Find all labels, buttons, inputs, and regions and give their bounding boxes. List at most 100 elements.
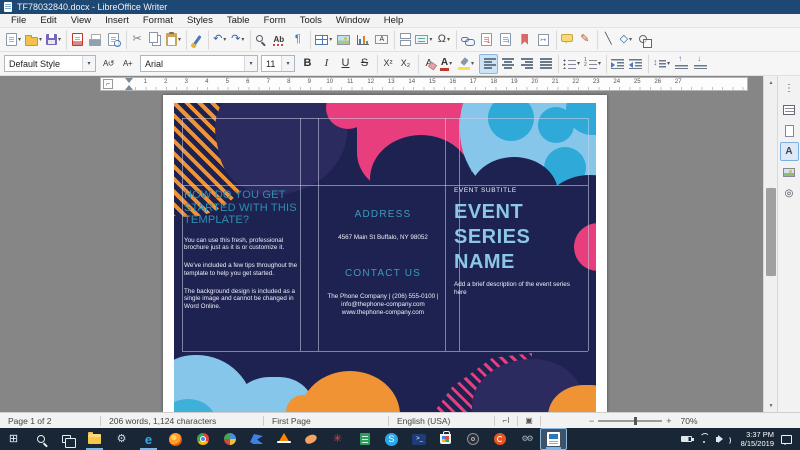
insert-footnote-button[interactable]: [477, 30, 496, 50]
print-preview-button[interactable]: [104, 30, 123, 50]
insert-mode-icon[interactable]: ⌐I: [495, 416, 517, 425]
decrease-paragraph-spacing-button[interactable]: [691, 54, 710, 74]
scroll-up-icon[interactable]: ▲: [764, 76, 778, 89]
scrollbar-thumb[interactable]: [766, 188, 776, 276]
search-button[interactable]: [27, 428, 54, 450]
horizontal-ruler[interactable]: ⌐ 12345678910111213141516171819202122232…: [100, 77, 748, 91]
zoom-thumb[interactable]: [634, 417, 637, 425]
green-doc-app-button[interactable]: [351, 428, 378, 450]
italic-button[interactable]: I: [317, 54, 336, 74]
clone-formatting-button[interactable]: [186, 30, 205, 50]
powershell-button[interactable]: [405, 428, 432, 450]
styles-icon[interactable]: A: [780, 142, 799, 161]
export-pdf-button[interactable]: [66, 30, 85, 50]
left-panel-paragraph[interactable]: The background design is included as a s…: [184, 288, 304, 311]
indent-marker[interactable]: [125, 78, 133, 83]
menu-help[interactable]: Help: [377, 14, 411, 27]
tab-stop-selector[interactable]: ⌐: [103, 79, 113, 89]
right-panel-text[interactable]: EVENT SUBTITLE EVENTSERIESNAME Add a bri…: [454, 187, 586, 297]
numbered-list-button[interactable]: [582, 54, 603, 74]
line-spacing-button[interactable]: [648, 54, 672, 74]
symbol-shapes-button[interactable]: [635, 30, 654, 50]
event-title-line[interactable]: NAME: [454, 250, 586, 275]
chevron-down-icon[interactable]: [281, 56, 294, 71]
battery-icon[interactable]: [681, 436, 692, 442]
menu-form[interactable]: Form: [257, 14, 293, 27]
event-title-line[interactable]: SERIES: [454, 225, 586, 250]
formatting-marks-button[interactable]: ¶: [288, 30, 307, 50]
bullet-list-button[interactable]: [558, 54, 582, 74]
menu-styles[interactable]: Styles: [180, 14, 220, 27]
event-description[interactable]: Add a brief description of the event ser…: [454, 281, 576, 297]
insert-hyperlink-button[interactable]: [456, 30, 477, 50]
contact-line[interactable]: info@thephone-company.com: [320, 301, 446, 309]
font-name-combo[interactable]: Arial: [140, 55, 258, 72]
basic-shapes-button[interactable]: ◇: [616, 30, 635, 50]
menu-table[interactable]: Table: [220, 14, 257, 27]
cut-button[interactable]: ✂: [126, 30, 145, 50]
indent-marker[interactable]: [125, 85, 133, 90]
properties-icon[interactable]: [780, 100, 799, 119]
highlight-color-button[interactable]: [456, 54, 476, 74]
insert-field-button[interactable]: [413, 30, 434, 50]
insert-chart-button[interactable]: [353, 30, 372, 50]
page-count[interactable]: Page 1 of 2: [0, 416, 100, 426]
zoom-level[interactable]: 70%: [672, 416, 706, 426]
wifi-icon[interactable]: [699, 435, 709, 443]
menu-insert[interactable]: Insert: [98, 14, 136, 27]
task-view-button[interactable]: [54, 428, 81, 450]
skype-button[interactable]: [378, 428, 405, 450]
undo-button[interactable]: ↶: [208, 30, 228, 50]
sidebar-settings-icon[interactable]: ⋮: [780, 79, 799, 98]
volume-icon[interactable]: [716, 437, 719, 442]
left-panel-paragraph[interactable]: We've included a few tips throughout the…: [184, 262, 304, 278]
insert-bookmark-button[interactable]: [515, 30, 534, 50]
left-panel-heading[interactable]: HOW DO YOU GET STARTED WITH THIS TEMPLAT…: [184, 189, 304, 227]
menu-view[interactable]: View: [64, 14, 98, 27]
word-count[interactable]: 206 words, 1,124 characters: [101, 416, 263, 426]
settings-button[interactable]: ⚙: [108, 428, 135, 450]
insert-endnote-button[interactable]: [496, 30, 515, 50]
page-deck-icon[interactable]: [780, 121, 799, 140]
brochure-template-image[interactable]: HOW DO YOU GET STARTED WITH THIS TEMPLAT…: [174, 103, 596, 412]
superscript-button[interactable]: X²: [377, 54, 396, 74]
address-text[interactable]: 4567 Main St Buffalo, NY 98052: [320, 234, 446, 242]
text-language[interactable]: English (USA): [389, 416, 494, 426]
menu-edit[interactable]: Edit: [33, 14, 63, 27]
track-changes-button[interactable]: ✎: [575, 30, 594, 50]
page-style[interactable]: First Page: [264, 416, 388, 426]
increase-paragraph-spacing-button[interactable]: [672, 54, 691, 74]
decrease-indent-button[interactable]: [626, 54, 645, 74]
spelling-button[interactable]: [269, 30, 288, 50]
center-panel-text[interactable]: ADDRESS 4567 Main St Buffalo, NY 98052 C…: [320, 209, 446, 317]
insert-image-button[interactable]: [334, 30, 353, 50]
chrome-button[interactable]: [189, 428, 216, 450]
font-size-combo[interactable]: 11: [261, 55, 295, 72]
paragraph-style-combo[interactable]: Default Style: [4, 55, 96, 72]
services-app-button[interactable]: ⚙⚙: [513, 428, 540, 450]
left-panel-text[interactable]: HOW DO YOU GET STARTED WITH THIS TEMPLAT…: [184, 189, 304, 311]
paste-button[interactable]: [164, 30, 183, 50]
navigator-icon[interactable]: ◎: [780, 184, 799, 203]
vertical-scrollbar[interactable]: ▲ ▼: [763, 76, 777, 412]
start-button[interactable]: ⊞: [0, 428, 27, 450]
increase-indent-button[interactable]: [606, 54, 626, 74]
dark-circle-app-button[interactable]: [459, 428, 486, 450]
insert-table-button[interactable]: [310, 30, 334, 50]
vlc-button[interactable]: [270, 428, 297, 450]
contact-heading[interactable]: CONTACT US: [320, 268, 446, 279]
event-subtitle[interactable]: EVENT SUBTITLE: [454, 187, 586, 194]
chevron-down-icon[interactable]: [82, 56, 95, 71]
special-character-button[interactable]: Ω: [434, 30, 453, 50]
document-page[interactable]: HOW DO YOU GET STARTED WITH THIS TEMPLAT…: [163, 95, 607, 412]
ubuntu-button[interactable]: [486, 428, 513, 450]
copy-button[interactable]: [145, 30, 164, 50]
store-button[interactable]: [432, 428, 459, 450]
zoom-out-icon[interactable]: −: [589, 416, 594, 426]
contact-line[interactable]: The Phone Company | (206) 555-0100 |: [320, 293, 446, 301]
edge-button[interactable]: e: [135, 428, 162, 450]
file-explorer-button[interactable]: [81, 428, 108, 450]
save-button[interactable]: [44, 30, 63, 50]
underline-button[interactable]: U: [336, 54, 355, 74]
align-center-button[interactable]: [498, 54, 517, 74]
